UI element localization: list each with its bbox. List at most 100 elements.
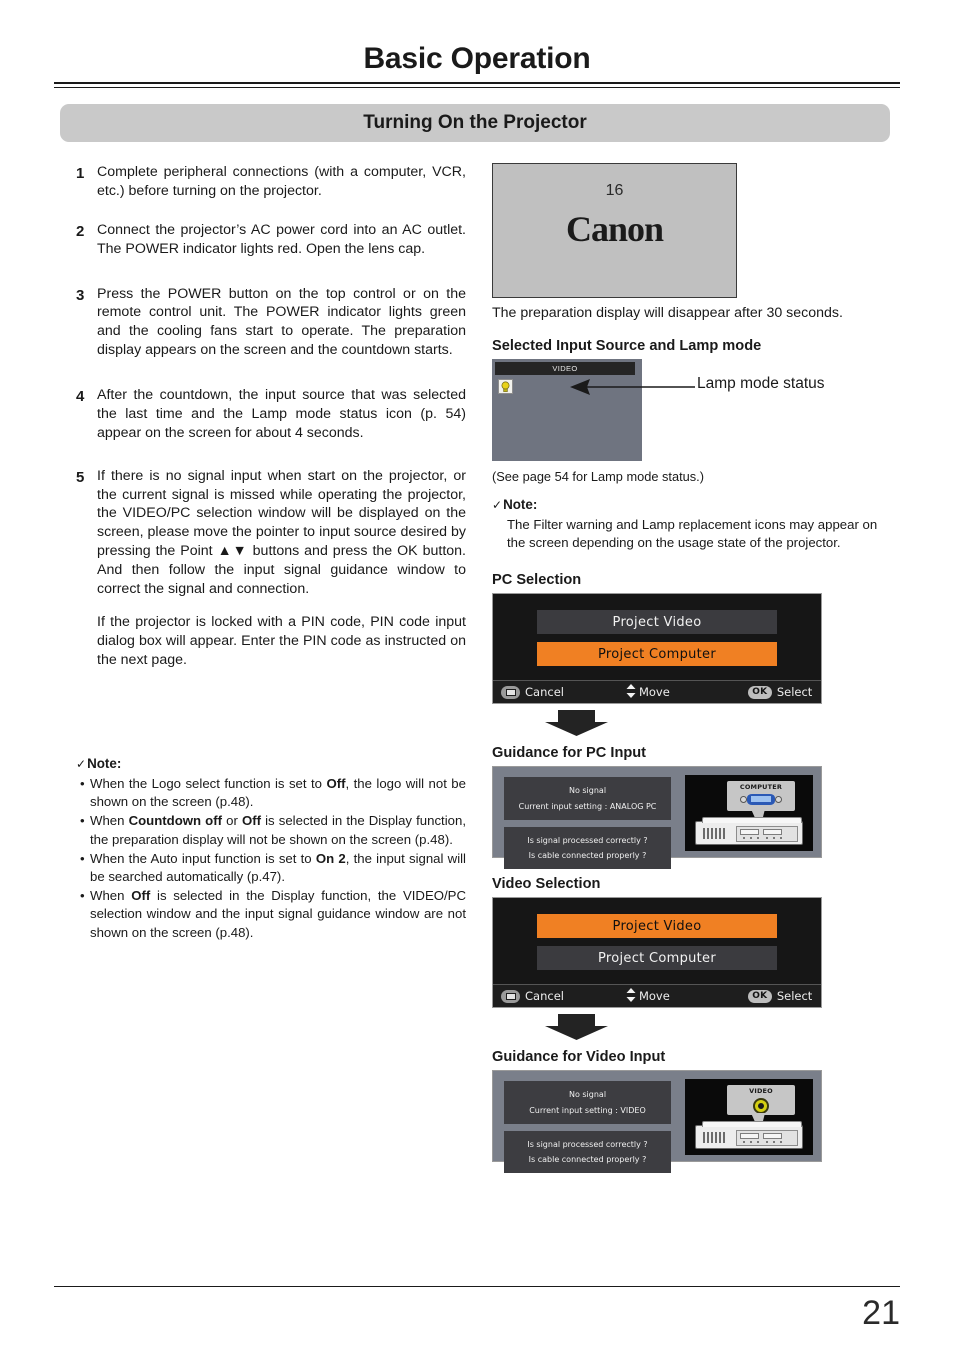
note-body-text: The Filter warning and Lamp replacement … [507,516,878,551]
osd-move-label: Move [638,989,670,1004]
video-guidance-figure: No signal Current input setting : VIDEO … [492,1070,822,1174]
lamp-bulb-icon [498,379,513,395]
projector-device-icon [695,1121,803,1150]
guidance-line-1: No signal [568,1090,607,1100]
note-item-text: When the Logo select function is set to … [90,775,466,810]
footer-rule [54,1286,900,1287]
note-list: • When the Logo select function is set t… [76,775,466,942]
vga-connector-icon [738,792,784,806]
left-column: 1 Complete peripheral connections (with … [76,163,466,942]
left-note-block: ✓Note: • When the Logo select function i… [76,755,466,941]
note-item-text: When Off is selected in the Display func… [90,888,466,940]
osd-select-label: Select [776,989,813,1004]
note-heading: ✓Note: [492,496,882,515]
osd-option-project-video[interactable]: Project Video [537,610,777,635]
page-number: 21 [862,1294,900,1332]
step-text-secondary: If the projector is locked with a PIN co… [97,613,466,668]
step-item: 1 Complete peripheral connections (with … [76,163,466,201]
step-text-group: If there is no signal input when start o… [97,467,466,670]
osd-move-hint: Move [626,987,670,1005]
step-text: Press the POWER button on the top contro… [97,285,466,359]
guidance-status-box: No signal Current input setting : ANALOG… [504,777,671,820]
bullet-icon: • [80,775,85,791]
preparation-display-screenshot: 16 Canon [492,163,737,298]
video-guidance-heading: Guidance for Video Input [492,1049,666,1066]
video-selection-heading: Video Selection [492,876,601,893]
osd-cancel-label: Cancel [525,989,564,1004]
guidance-messages: No signal Current input setting : VIDEO … [504,1081,671,1174]
header-rule-thick [54,82,900,84]
step-number: 4 [76,388,85,405]
step-item: 5 If there is no signal input when start… [76,467,466,670]
step-number: 2 [76,222,85,240]
osd-select-hint[interactable]: OK Select [747,685,812,699]
guidance-line-2: Current input setting : ANALOG PC [518,801,657,811]
right-column: 16 Canon The preparation display will di… [492,163,882,1174]
connector-label: VIDEO [749,1087,773,1096]
guidance-messages: No signal Current input setting : ANALOG… [504,777,671,870]
pc-guidance-heading: Guidance for PC Input [492,745,647,762]
connection-illustration: COMPUTER [685,775,813,852]
flow-arrow-down-icon [544,710,882,741]
menu-key-icon [501,989,520,1003]
guidance-line-3: Is signal processed correctly ? [527,835,648,845]
step-item: 2 Connect the projector’s AC power cord … [76,221,466,259]
osd-screen: VIDEO [492,359,642,462]
guidance-question-box: Is signal processed correctly ? Is cable… [504,1130,671,1174]
preparation-caption: The preparation display will disappear a… [492,305,843,321]
note-list-item: • When Countdown off or Off is selected … [76,812,466,848]
section-heading-label: Turning On the Projector [363,112,587,133]
input-source-label: VIDEO [495,362,635,376]
step-item: 3 Press the POWER button on the top cont… [76,285,466,361]
step-text: After the countdown, the input source th… [97,387,466,441]
osd-cancel-hint[interactable]: Cancel [501,989,564,1003]
up-down-arrow-icon [626,683,636,701]
osd-cancel-hint[interactable]: Cancel [501,685,564,699]
bullet-icon: • [80,888,85,904]
rca-video-jack-icon [753,1098,769,1115]
osd-select-hint[interactable]: OK Select [747,989,813,1004]
osd-move-hint: Move [626,683,670,701]
osd-option-project-computer[interactable]: Project Computer [537,642,777,667]
section-heading-bar: Turning On the Projector [60,104,890,142]
guidance-line-4: Is cable connected properly ? [528,850,647,860]
osd-options: Project Video Project Computer [493,898,821,984]
step-number: 3 [76,286,85,304]
pc-guidance-figure: No signal Current input setting : ANALOG… [492,766,822,870]
video-selection-window: Project Video Project Computer Cancel Mo… [492,897,822,1009]
ok-key-icon: OK [747,685,772,699]
lamp-mode-figure: VIDEO Lamp mode status [492,359,882,467]
step-number: 5 [76,468,85,486]
canon-logo: Canon [565,209,664,249]
connector-label: COMPUTER [739,783,783,792]
bullet-icon: • [80,850,85,866]
connector-callout-card: VIDEO [727,1085,795,1116]
check-icon: ✓ [76,757,87,772]
guidance-line-4: Is cable connected properly ? [528,1154,647,1164]
note-list-item: • When Off is selected in the Display fu… [76,887,466,942]
osd-move-label: Move [638,685,670,700]
note-item-text: When Countdown off or Off is selected in… [90,813,466,847]
guidance-line-1: No signal [568,786,607,796]
osd-options: Project Video Project Computer [493,594,821,680]
check-icon: ✓ [492,498,503,513]
guidance-question-box: Is signal processed correctly ? Is cable… [504,826,671,870]
lamp-section-heading: Selected Input Source and Lamp mode [492,338,762,355]
step-text: Complete peripheral connections (with a … [97,164,466,199]
callout-arrow-icon [570,379,695,396]
connector-callout-card: COMPUTER [727,781,795,812]
header-rule-thin [54,87,900,88]
step-number: 1 [76,165,85,182]
guidance-line-3: Is signal processed correctly ? [527,1139,648,1149]
lamp-mode-status-label: Lamp mode status [697,375,825,393]
osd-option-project-computer[interactable]: Project Computer [537,946,777,971]
countdown-number: 16 [605,182,624,199]
pc-selection-window: Project Video Project Computer Cancel Mo… [492,593,822,705]
menu-key-icon [501,685,520,699]
note-heading-label: Note: [87,756,122,772]
note-item-text: When the Auto input function is set to O… [90,850,466,884]
osd-option-project-video[interactable]: Project Video [537,914,777,939]
guidance-line-2: Current input setting : VIDEO [529,1105,646,1115]
step-text: Connect the projector’s AC power cord in… [97,221,466,257]
pc-selection-heading: PC Selection [492,572,582,589]
